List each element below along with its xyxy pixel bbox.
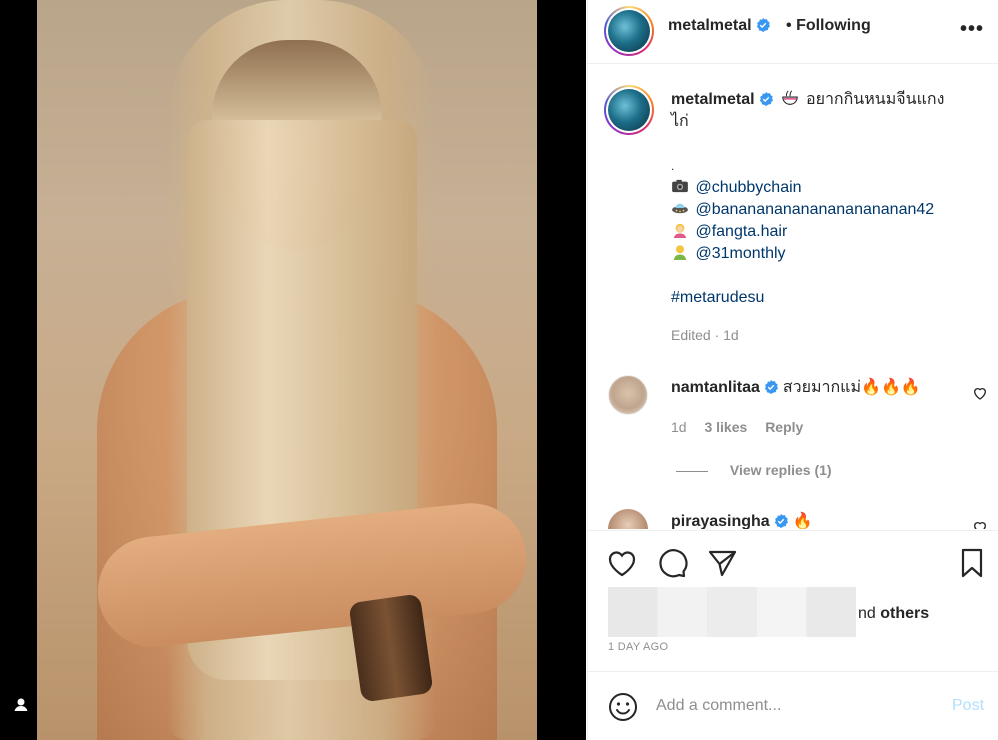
reply-button[interactable]: Reply xyxy=(765,419,803,435)
credit-mention[interactable]: @31monthly xyxy=(695,245,785,262)
following-button[interactable]: Following xyxy=(796,17,871,34)
person-icon xyxy=(671,243,691,265)
comment: namtanlitaa สวยมากแม่🔥🔥🔥 xyxy=(671,377,921,399)
photo-cuff xyxy=(348,593,434,703)
post-time-ago[interactable]: 1 DAY AGO xyxy=(608,641,668,653)
comment: pirayasingha 🔥 xyxy=(671,511,813,529)
view-replies-label: View replies (1) xyxy=(729,462,832,478)
commenter-avatar[interactable] xyxy=(608,375,648,415)
author-avatar[interactable] xyxy=(604,6,654,56)
post-header: metalmetal • Following ••• xyxy=(588,0,998,64)
share-paper-plane-icon[interactable] xyxy=(706,547,738,579)
verified-badge-icon xyxy=(765,380,779,394)
post-comment-button[interactable]: Post xyxy=(952,697,984,715)
liked-by-others[interactable]: others xyxy=(880,605,929,622)
follow-status[interactable]: • Following xyxy=(786,17,871,35)
comment-bubble-icon[interactable] xyxy=(656,547,688,579)
more-options-icon[interactable]: ••• xyxy=(960,18,984,41)
comment-username[interactable]: pirayasingha xyxy=(671,513,770,529)
caption-text-line1: อยากกินหนมจีนแกง xyxy=(805,91,945,108)
verified-badge-icon xyxy=(759,92,774,106)
post-actions: nd others 1 DAY AGO xyxy=(588,530,998,670)
comment-username[interactable]: namtanlitaa xyxy=(671,379,760,396)
author-name-row: metalmetal xyxy=(668,17,771,35)
verified-badge-icon xyxy=(775,514,789,528)
ufo-icon xyxy=(671,199,691,221)
comment-text: 🔥 xyxy=(792,513,813,529)
camera-icon xyxy=(671,177,691,199)
comment-input[interactable] xyxy=(656,694,926,718)
comment-text: สวยมากแม่🔥🔥🔥 xyxy=(782,379,921,396)
save-bookmark-icon[interactable] xyxy=(956,547,988,579)
user-tag-icon[interactable] xyxy=(10,694,32,716)
like-comment-heart-icon[interactable] xyxy=(972,519,988,529)
credit-row: @31monthly xyxy=(671,243,971,265)
emoji-picker-icon[interactable] xyxy=(608,692,638,722)
post-media xyxy=(0,0,586,740)
credit-row: @chubbychain xyxy=(671,177,971,199)
credit-mention[interactable]: @bananananananananananan42 xyxy=(695,201,934,218)
commenter-avatar[interactable] xyxy=(608,509,648,529)
replies-divider xyxy=(676,470,708,472)
caption-text-line2: ไก่ xyxy=(671,113,689,130)
post-sidebar: metalmetal • Following ••• metalmetal อย… xyxy=(587,0,998,740)
view-replies-button[interactable]: View replies (1) xyxy=(676,462,832,478)
like-comment-heart-icon[interactable] xyxy=(972,385,988,401)
comment-likes[interactable]: 3 likes xyxy=(704,419,747,435)
add-comment-bar: Post xyxy=(588,671,998,740)
caption-edited-time: Edited · 1d xyxy=(671,327,739,343)
credit-row: @fangta.hair xyxy=(671,221,971,243)
liked-by-text[interactable]: nd others xyxy=(858,605,929,623)
verified-badge-icon xyxy=(756,18,771,32)
credit-mention[interactable]: @fangta.hair xyxy=(695,223,787,240)
caption: metalmetal อยากกินหนมจีนแกง ไก่ . @chubb… xyxy=(671,89,971,309)
caption-dot: . xyxy=(671,159,675,173)
credit-mention[interactable]: @chubbychain xyxy=(695,179,801,196)
like-heart-icon[interactable] xyxy=(606,547,638,579)
hashtag-link[interactable]: #metarudesu xyxy=(671,287,971,309)
liked-by-blurred[interactable] xyxy=(608,587,856,637)
post-photo[interactable] xyxy=(37,0,537,740)
author-username[interactable]: metalmetal xyxy=(668,17,752,34)
hairdresser-icon xyxy=(671,221,691,243)
caption-avatar[interactable] xyxy=(604,85,654,135)
follow-separator: • xyxy=(786,17,792,34)
caption-username[interactable]: metalmetal xyxy=(671,91,755,108)
comment-meta: 1d 3 likes Reply xyxy=(671,419,817,435)
liked-by-prefix: nd xyxy=(858,605,881,622)
comments-section[interactable]: metalmetal อยากกินหนมจีนแกง ไก่ . @chubb… xyxy=(588,65,998,529)
noodle-bowl-icon xyxy=(781,90,798,105)
credit-row: @bananananananananananan42 xyxy=(671,199,971,221)
caption-first-line: metalmetal อยากกินหนมจีนแกง xyxy=(671,89,971,111)
comment-time: 1d xyxy=(671,419,687,435)
